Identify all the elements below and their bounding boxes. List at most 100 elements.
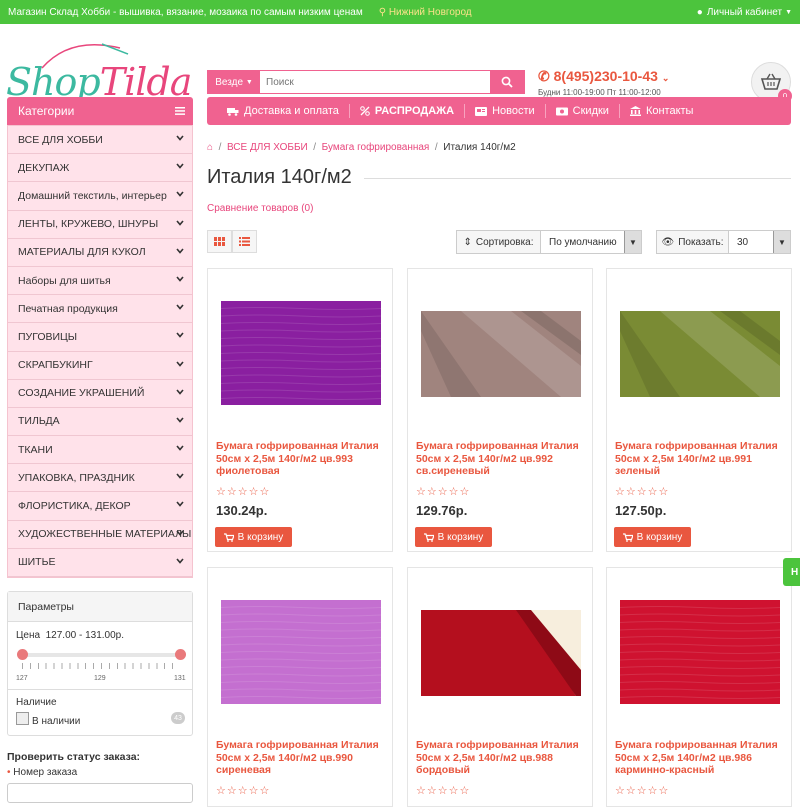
product-image[interactable] — [421, 311, 581, 397]
search-input[interactable] — [260, 71, 490, 93]
category-item[interactable]: Домашний текстиль, интерьер — [8, 182, 192, 211]
map-pin-icon: ⚲ — [378, 6, 387, 18]
star-icon: ☆ — [448, 785, 460, 797]
compare-link[interactable]: Сравнение товаров (0) — [207, 203, 313, 214]
product-title[interactable]: Бумага гофрированная Италия 50см х 2,5м … — [216, 739, 388, 777]
product-price: 127.50р. — [615, 503, 667, 518]
slider-min-handle[interactable] — [17, 649, 28, 660]
category-item[interactable]: МАТЕРИАЛЫ ДЛЯ КУКОЛ — [8, 239, 192, 267]
rating-stars[interactable]: ☆☆☆☆☆ — [615, 784, 669, 797]
star-icon: ☆ — [248, 785, 260, 797]
category-item[interactable]: ТКАНИ — [8, 436, 192, 465]
nav-delivery[interactable]: Доставка и оплата — [217, 104, 350, 118]
breadcrumb-item[interactable]: Бумага гофрированная — [322, 142, 430, 153]
add-to-cart-button[interactable]: В корзину — [215, 527, 292, 547]
category-item[interactable]: ВСЕ ДЛЯ ХОББИ — [8, 126, 192, 155]
in-stock-checkbox[interactable] — [16, 712, 29, 725]
sort-dropdown-icon[interactable]: ▼ — [624, 231, 641, 253]
phone-number[interactable]: ✆ 8(495)230-10-43 ⌄ — [538, 68, 669, 85]
order-number-text: Номер заказа — [13, 767, 78, 778]
product-image[interactable] — [620, 600, 780, 704]
search-scope-dropdown[interactable]: Везде ▼ — [208, 71, 260, 93]
sort-select[interactable]: По умолчанию — [541, 231, 624, 253]
phone-text: 8(495)230-10-43 — [553, 68, 658, 84]
product-card[interactable]: Бумага гофрированная Италия 50см х 2,5м … — [207, 268, 393, 552]
money-icon — [555, 107, 568, 115]
chevron-down-icon — [176, 360, 184, 367]
star-icon: ☆ — [625, 486, 637, 498]
category-item[interactable]: ХУДОЖЕСТВЕННЫЕ МАТЕРИАЛЫ — [8, 521, 192, 549]
product-image[interactable] — [221, 301, 381, 405]
cart-button[interactable]: 0 — [751, 62, 792, 103]
category-item[interactable]: ШИТЬЕ — [8, 549, 192, 577]
star-icon: ☆ — [416, 785, 427, 797]
home-icon[interactable]: ⌂ — [207, 142, 213, 153]
show-select[interactable]: 30 — [729, 231, 773, 253]
category-item[interactable]: УПАКОВКА, ПРАЗДНИК — [8, 464, 192, 493]
product-card[interactable]: Бумага гофрированная Италия 50см х 2,5м … — [606, 567, 792, 807]
rating-stars[interactable]: ☆☆☆☆☆ — [416, 485, 470, 498]
nav-contacts[interactable]: Контакты — [620, 104, 704, 118]
show-dropdown-icon[interactable]: ▼ — [773, 231, 790, 253]
product-card[interactable]: Бумага гофрированная Италия 50см х 2,5м … — [207, 567, 393, 807]
side-tab[interactable]: Н — [783, 558, 800, 586]
account-button[interactable]: ● Личный кабинет ▼ — [697, 0, 792, 24]
star-icon: ☆ — [416, 486, 427, 498]
product-image[interactable] — [620, 311, 780, 397]
rating-stars[interactable]: ☆☆☆☆☆ — [416, 784, 470, 797]
category-item[interactable]: СКРАПБУКИНГ — [8, 352, 192, 380]
in-stock-label[interactable]: В наличии — [32, 716, 80, 727]
view-toggle — [207, 230, 257, 253]
list-view-button[interactable] — [232, 230, 257, 253]
slider-max-handle[interactable] — [175, 649, 186, 660]
product-title[interactable]: Бумага гофрированная Италия 50см х 2,5м … — [416, 739, 588, 777]
eye-icon: 👁 — [661, 236, 675, 248]
search-button[interactable] — [490, 71, 524, 93]
logo-needle-icon — [41, 43, 129, 69]
category-item[interactable]: ТИЛЬДА — [8, 408, 192, 437]
product-image[interactable] — [221, 600, 381, 704]
category-item[interactable]: ДЕКУПАЖ — [8, 154, 192, 183]
product-card[interactable]: Бумага гофрированная Италия 50см х 2,5м … — [407, 268, 593, 552]
city-selector[interactable]: ⚲ Нижний Новгород — [379, 7, 472, 18]
product-title[interactable]: Бумага гофрированная Италия 50см х 2,5м … — [216, 440, 388, 478]
star-icon: ☆ — [248, 486, 260, 498]
show-label-box: 👁 Показать: — [657, 231, 729, 253]
truck-icon — [227, 107, 239, 116]
breadcrumb-item[interactable]: ВСЕ ДЛЯ ХОББИ — [227, 142, 308, 153]
category-item[interactable]: Наборы для шитья — [8, 267, 192, 296]
product-card[interactable]: Бумага гофрированная Италия 50см х 2,5м … — [606, 268, 792, 552]
order-number-input[interactable] — [7, 783, 193, 803]
price-slider[interactable] — [17, 649, 186, 660]
rating-stars[interactable]: ☆☆☆☆☆ — [216, 485, 270, 498]
add-to-cart-button[interactable]: В корзину — [415, 527, 492, 547]
category-item[interactable]: ПУГОВИЦЫ — [8, 323, 192, 352]
category-item[interactable]: ФЛОРИСТИКА, ДЕКОР — [8, 492, 192, 521]
rating-stars[interactable]: ☆☆☆☆☆ — [615, 485, 669, 498]
chevron-down-icon — [176, 276, 184, 282]
chevron-down-icon — [176, 501, 184, 508]
chevron-down-icon — [176, 163, 184, 169]
category-item[interactable]: СОЗДАНИЕ УКРАШЕНИЙ — [8, 380, 192, 408]
chevron-down-icon — [176, 417, 184, 423]
chevron-down-icon — [176, 445, 184, 451]
nav-news[interactable]: Новости — [465, 104, 546, 118]
sort-label-box: ⇕ Сортировка: — [457, 231, 541, 253]
caret-down-icon: ▼ — [245, 78, 253, 86]
product-card[interactable]: Бумага гофрированная Италия 50см х 2,5м … — [407, 567, 593, 807]
filter-panel: Параметры Цена 127.00 - 131.00р. 127 129… — [7, 591, 193, 736]
product-title[interactable]: Бумага гофрированная Италия 50см х 2,5м … — [416, 440, 588, 478]
product-price: 129.76р. — [416, 503, 468, 518]
product-title[interactable]: Бумага гофрированная Италия 50см х 2,5м … — [615, 739, 787, 777]
nav-sale[interactable]: РАСПРОДАЖА — [350, 104, 466, 118]
rating-stars[interactable]: ☆☆☆☆☆ — [216, 784, 270, 797]
add-to-cart-button[interactable]: В корзину — [614, 527, 691, 547]
nav-discounts[interactable]: Скидки — [546, 104, 620, 118]
category-item[interactable]: ЛЕНТЫ, КРУЖЕВО, ШНУРЫ — [8, 211, 192, 239]
grid-view-button[interactable] — [207, 230, 232, 253]
product-image[interactable] — [421, 610, 581, 696]
categories-header[interactable]: Категории — [7, 97, 193, 125]
category-item[interactable]: Печатная продукция — [8, 295, 192, 324]
product-title[interactable]: Бумага гофрированная Италия 50см х 2,5м … — [615, 440, 787, 478]
basket-icon — [760, 73, 782, 90]
